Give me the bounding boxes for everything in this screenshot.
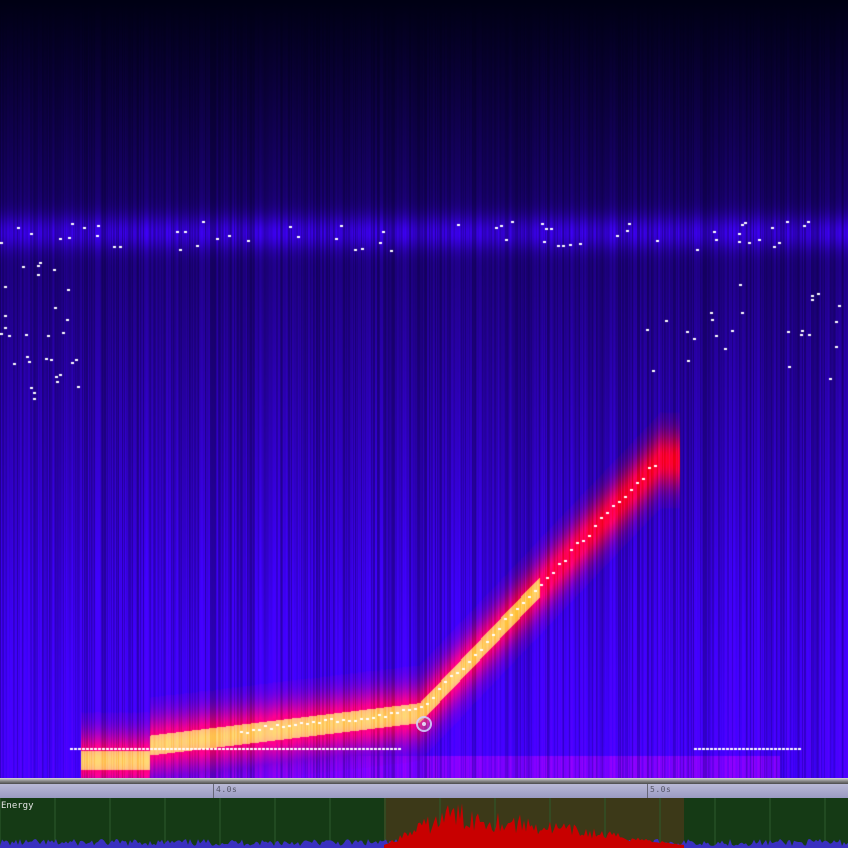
spectrogram-viewer: 4.0s 5.0s Energy	[0, 0, 848, 848]
spectrogram-canvas[interactable]	[0, 0, 848, 778]
time-ruler[interactable]: 4.0s 5.0s	[0, 784, 848, 799]
playhead-cursor[interactable]	[416, 716, 432, 732]
time-label-5s: 5.0s	[650, 785, 672, 794]
time-tick-4s	[213, 784, 214, 798]
time-tick-5s	[647, 784, 648, 798]
energy-panel[interactable]: Energy	[0, 798, 848, 848]
energy-panel-label: Energy	[1, 801, 34, 811]
energy-graph[interactable]	[0, 798, 848, 848]
time-label-4s: 4.0s	[216, 785, 238, 794]
